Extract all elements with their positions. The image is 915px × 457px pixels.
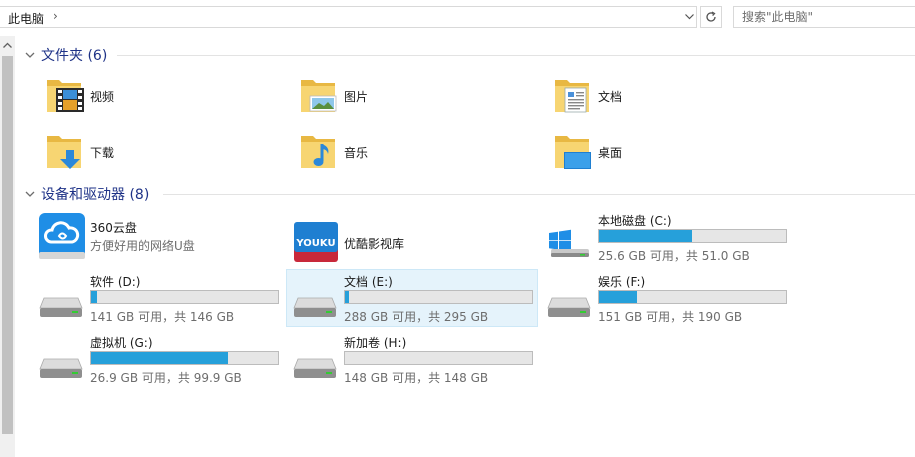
drive-usage-fill bbox=[91, 291, 98, 303]
video-folder-icon bbox=[47, 80, 84, 112]
folder-label: 桌面 bbox=[598, 146, 623, 160]
drive-usage-fill bbox=[599, 291, 638, 303]
drive-free-space: 288 GB 可用，共 295 GB bbox=[344, 310, 489, 324]
360-cloud-icon bbox=[39, 213, 85, 259]
drive-usage-bar bbox=[344, 351, 533, 365]
drive-g[interactable]: 虚拟机 (G:) 26.9 GB 可用，共 99.9 GB bbox=[38, 331, 288, 387]
drive-f[interactable]: 娱乐 (F:) 151 GB 可用，共 190 GB bbox=[546, 270, 796, 326]
drive-free-space: 25.6 GB 可用，共 51.0 GB bbox=[598, 249, 750, 263]
folder-documents[interactable]: 文档 bbox=[552, 72, 792, 120]
desktop-folder-icon bbox=[555, 136, 591, 169]
downloads-folder-icon bbox=[47, 136, 81, 169]
folder-pictures[interactable]: 图片 bbox=[298, 72, 538, 120]
drive-h[interactable]: 新加卷 (H:) 148 GB 可用，共 148 GB bbox=[292, 331, 542, 387]
address-history-dropdown[interactable] bbox=[682, 8, 696, 26]
drive-free-space: 151 GB 可用，共 190 GB bbox=[598, 310, 743, 324]
chevron-up-icon bbox=[3, 42, 12, 48]
refresh-icon bbox=[706, 11, 716, 22]
hard-drive-icon bbox=[39, 358, 83, 378]
drive-usage-bar bbox=[598, 229, 787, 243]
hard-drive-icon bbox=[39, 297, 83, 317]
device-360-cloud[interactable]: 360云盘 方便好用的网络U盘 bbox=[38, 210, 288, 266]
drive-name: 虚拟机 (G:) bbox=[90, 336, 153, 350]
navigation-bar: 此电脑 › bbox=[0, 0, 915, 36]
search-input[interactable] bbox=[742, 8, 912, 26]
device-name: 优酷影视库 bbox=[344, 237, 405, 251]
collapse-chevron-icon[interactable] bbox=[23, 48, 37, 62]
windows-drive-icon bbox=[549, 229, 589, 257]
device-youku[interactable]: YOUKU 优酷影视库 bbox=[292, 216, 542, 272]
drive-c[interactable]: 本地磁盘 (C:) 25.6 GB 可用，共 51.0 GB bbox=[546, 209, 796, 265]
chevron-down-icon bbox=[684, 14, 694, 20]
drive-usage-fill bbox=[345, 291, 350, 303]
youku-logo-text: YOUKU bbox=[295, 238, 335, 249]
folder-label: 文档 bbox=[598, 90, 623, 104]
device-name: 360云盘 bbox=[90, 221, 137, 235]
group-title-devices: 设备和驱动器 (8) bbox=[41, 187, 150, 203]
group-header-folders[interactable]: 文件夹 (6) bbox=[23, 45, 915, 65]
breadcrumb-separator-icon[interactable]: › bbox=[53, 9, 58, 23]
folder-music[interactable]: 音乐 bbox=[298, 128, 538, 176]
address-bar[interactable]: 此电脑 › bbox=[0, 6, 697, 28]
drive-usage-bar bbox=[90, 290, 279, 304]
folder-label: 图片 bbox=[344, 90, 369, 104]
drive-usage-fill bbox=[599, 230, 693, 242]
drive-name: 新加卷 (H:) bbox=[344, 336, 407, 350]
group-title-folders: 文件夹 (6) bbox=[41, 48, 108, 64]
drive-usage-bar bbox=[344, 290, 533, 304]
hard-drive-icon bbox=[293, 358, 337, 378]
vertical-scrollbar[interactable] bbox=[0, 36, 15, 457]
collapse-chevron-icon[interactable] bbox=[23, 187, 37, 201]
search-box[interactable] bbox=[733, 6, 915, 28]
folder-label: 音乐 bbox=[344, 146, 369, 160]
pictures-folder-icon bbox=[301, 80, 337, 112]
music-folder-icon bbox=[301, 136, 335, 168]
refresh-button[interactable] bbox=[700, 6, 722, 28]
folder-label: 下载 bbox=[90, 146, 115, 160]
drive-name: 文档 (E:) bbox=[344, 275, 393, 289]
drive-free-space: 148 GB 可用，共 148 GB bbox=[344, 371, 489, 385]
drive-d[interactable]: 软件 (D:) 141 GB 可用，共 146 GB bbox=[38, 270, 288, 326]
documents-folder-icon bbox=[555, 80, 589, 113]
youku-icon: YOUKU bbox=[294, 222, 338, 262]
hard-drive-icon bbox=[293, 297, 337, 317]
drive-usage-fill bbox=[91, 352, 228, 364]
group-divider bbox=[163, 194, 915, 195]
folder-desktop[interactable]: 桌面 bbox=[552, 128, 792, 176]
folder-videos[interactable]: 视频 bbox=[44, 72, 284, 120]
group-header-devices[interactable]: 设备和驱动器 (8) bbox=[23, 184, 915, 204]
drive-name: 娱乐 (F:) bbox=[598, 275, 646, 289]
device-subtitle: 方便好用的网络U盘 bbox=[90, 239, 195, 253]
drive-usage-bar bbox=[90, 351, 279, 365]
scrollbar-thumb[interactable] bbox=[2, 56, 13, 434]
drive-free-space: 141 GB 可用，共 146 GB bbox=[90, 310, 235, 324]
scroll-up-button[interactable] bbox=[3, 41, 12, 49]
drive-usage-bar bbox=[598, 290, 787, 304]
breadcrumb-this-pc[interactable]: 此电脑 bbox=[8, 10, 44, 27]
drive-free-space: 26.9 GB 可用，共 99.9 GB bbox=[90, 371, 242, 385]
drive-name: 本地磁盘 (C:) bbox=[598, 214, 672, 228]
folder-downloads[interactable]: 下载 bbox=[44, 128, 284, 176]
hard-drive-icon bbox=[547, 297, 591, 317]
drive-name: 软件 (D:) bbox=[90, 275, 141, 289]
folder-label: 视频 bbox=[90, 90, 115, 104]
drive-e[interactable]: 文档 (E:) 288 GB 可用，共 295 GB bbox=[286, 269, 538, 327]
group-divider bbox=[117, 55, 915, 56]
